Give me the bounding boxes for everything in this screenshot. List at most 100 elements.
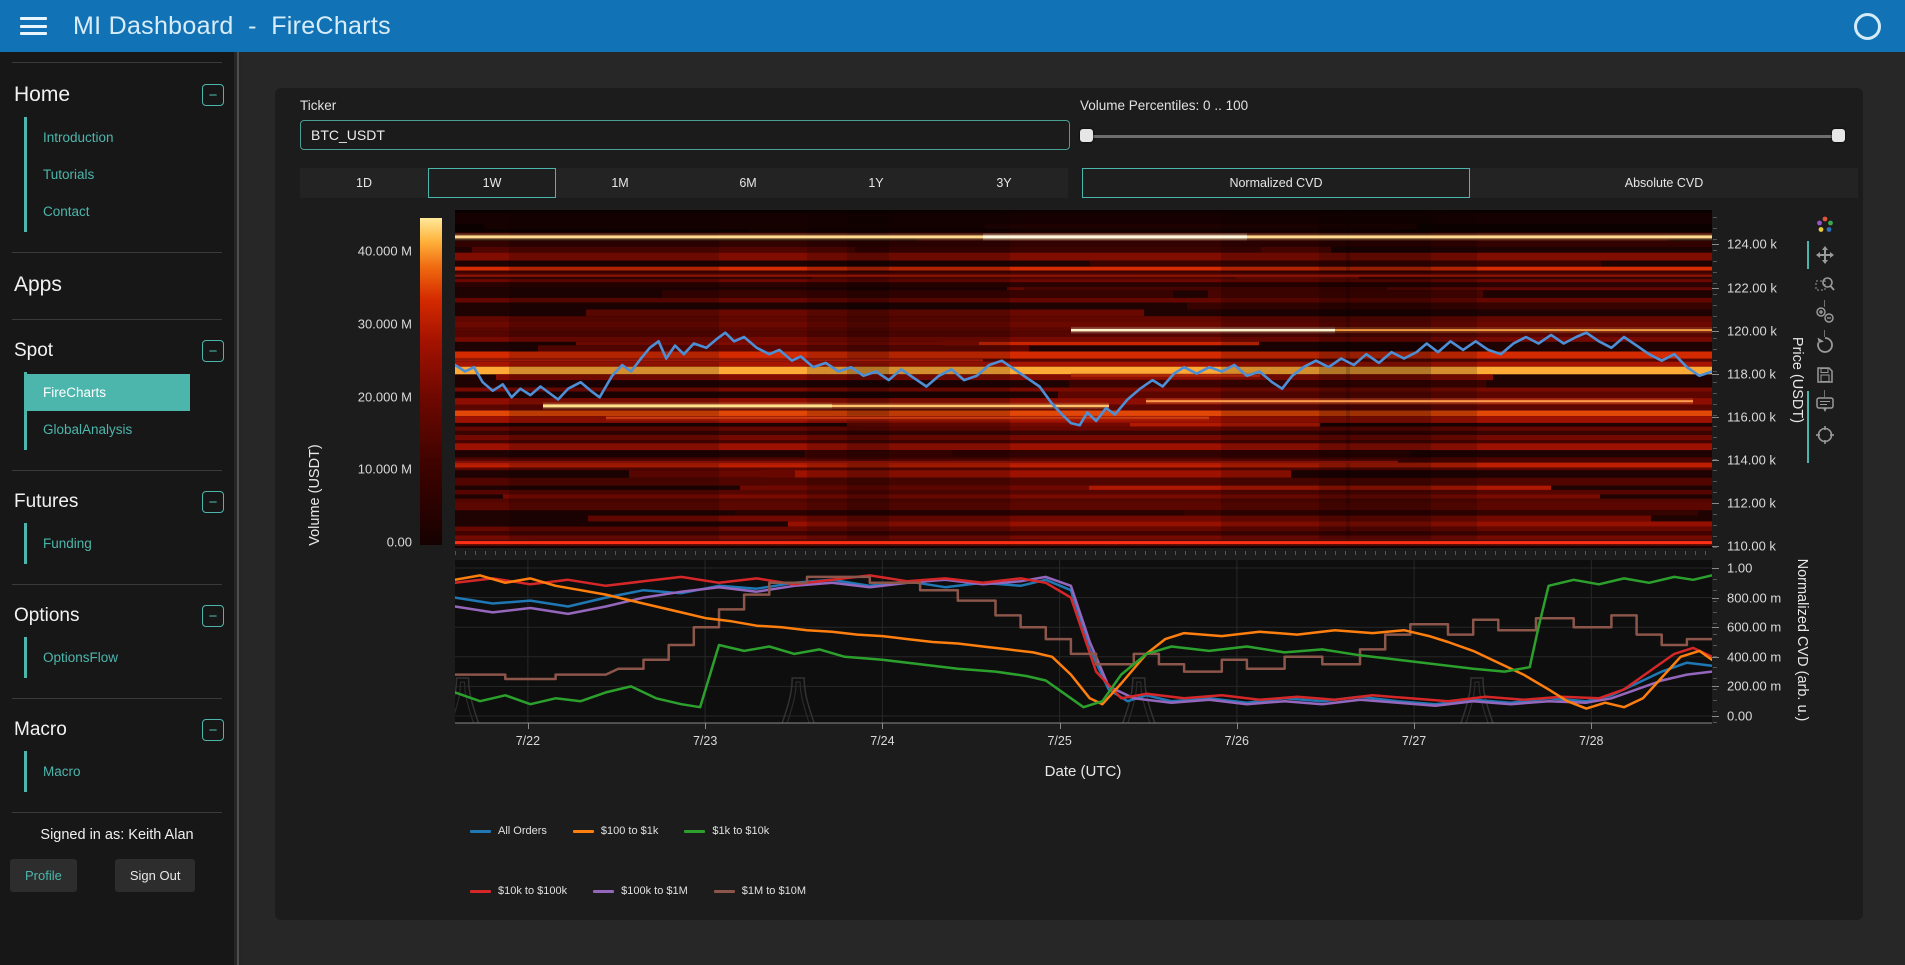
collapse-section-button[interactable]: −	[202, 491, 224, 513]
profile-button[interactable]: Profile	[10, 859, 77, 892]
main-area: Ticker Volume Percentiles: 0 .. 100 1D1W…	[242, 52, 1905, 965]
date-tick-label: 7/23	[693, 734, 717, 748]
sidebar-item-contact[interactable]: Contact	[27, 193, 234, 230]
sidebar-item-introduction[interactable]: Introduction	[27, 119, 234, 156]
timeframe-button-1y[interactable]: 1Y	[812, 168, 940, 198]
timeframe-button-1d[interactable]: 1D	[300, 168, 428, 198]
sidebar-item-firecharts[interactable]: FireCharts	[27, 374, 190, 411]
cvd-tick-label: 200.00 m	[1727, 679, 1781, 694]
cvd-line-plot[interactable]	[455, 560, 1712, 730]
legend-label: $1k to $10k	[712, 825, 769, 837]
timeframe-button-1w[interactable]: 1W	[428, 168, 556, 198]
sidebar-section-home: Home−IntroductionTutorialsContact	[0, 73, 234, 242]
legend-item--1k-to-10k[interactable]: $1k to $10k	[684, 825, 769, 837]
app-title: MI Dashboard - FireCharts	[73, 12, 391, 41]
slider-handle-min[interactable]	[1080, 129, 1093, 142]
cvd-axis-tick	[1712, 598, 1719, 599]
price-tick-label: 116.00 k	[1727, 409, 1776, 424]
date-axis-tick	[705, 723, 706, 729]
divider	[12, 252, 222, 253]
box-zoom-icon[interactable]	[1815, 275, 1835, 295]
collapse-section-button[interactable]: −	[202, 719, 224, 741]
sidebar: Home−IntroductionTutorialsContactAppsSpo…	[0, 52, 234, 965]
section-items: Macro	[24, 751, 234, 792]
timeframe-button-group: 1D1W1M6M1Y3Y	[300, 168, 1068, 198]
hover-tooltip-icon[interactable]	[1815, 395, 1835, 415]
section-title: Apps	[14, 273, 62, 297]
section-title: Spot	[14, 340, 53, 362]
price-axis-tick	[1712, 546, 1719, 547]
price-axis-title: Price (USDT)	[1789, 337, 1805, 423]
sidebar-scrollbar[interactable]	[234, 52, 242, 965]
divider	[12, 62, 222, 63]
volume-percentile-slider[interactable]	[1080, 129, 1845, 143]
slider-handle-max[interactable]	[1832, 129, 1845, 142]
sidebar-item-funding[interactable]: Funding	[27, 525, 234, 562]
chart-area: 40.000 M30.000 M20.000 M10.000 M0.00 Vol…	[275, 203, 1863, 920]
volume-colorbar	[420, 218, 442, 545]
sidebar-item-tutorials[interactable]: Tutorials	[27, 156, 234, 193]
divider	[12, 698, 222, 699]
cvd-mode-button-absolute-cvd[interactable]: Absolute CVD	[1470, 168, 1858, 198]
section-header: Macro−	[0, 713, 234, 747]
cvd-svg[interactable]	[455, 560, 1712, 730]
price-axis-tick	[1712, 417, 1719, 418]
price-tick-label: 124.00 k	[1727, 237, 1777, 252]
heatmap-svg[interactable]	[455, 210, 1712, 548]
hamburger-menu-icon[interactable]	[20, 17, 47, 35]
legend-color-dash	[593, 890, 614, 893]
legend-item-all-orders[interactable]: All Orders	[470, 825, 547, 837]
collapse-section-button[interactable]: −	[202, 605, 224, 627]
colorbar-tick-label: 40.000 M	[305, 244, 412, 259]
legend-item--1m-to-10m[interactable]: $1M to $10M	[714, 885, 806, 897]
legend-label: $100k to $1M	[621, 885, 688, 897]
sidebar-section-apps: Apps	[0, 263, 234, 309]
sidebar-section-macro: Macro− Macro	[0, 709, 234, 802]
signed-in-text: Signed in as: Keith Alan	[8, 827, 226, 843]
sidebar-item-globalanalysis[interactable]: GlobalAnalysis	[27, 411, 234, 448]
collapse-section-button[interactable]: −	[202, 84, 224, 106]
sign-out-button[interactable]: Sign Out	[115, 859, 196, 892]
timeframe-button-3y[interactable]: 3Y	[940, 168, 1068, 198]
colorbar-tick-label: 20.000 M	[305, 389, 412, 404]
date-tick-label: 7/25	[1047, 734, 1071, 748]
date-axis-tick	[1237, 723, 1238, 729]
timeframe-button-1m[interactable]: 1M	[556, 168, 684, 198]
slider-track[interactable]	[1080, 135, 1845, 138]
legend-item--100k-to-1m[interactable]: $100k to $1M	[593, 885, 688, 897]
cvd-mode-button-normalized-cvd[interactable]: Normalized CVD	[1082, 168, 1470, 198]
date-tick-label: 7/26	[1225, 734, 1249, 748]
sidebar-item-optionsflow[interactable]: OptionsFlow	[27, 639, 234, 676]
legend-row: All Orders $100 to $1k $1k to $10k	[470, 825, 795, 837]
app-bar: MI Dashboard - FireCharts	[0, 0, 1905, 52]
section-items: IntroductionTutorialsContact	[24, 117, 234, 232]
save-icon[interactable]	[1815, 365, 1835, 385]
spikelines-icon[interactable]	[1815, 425, 1835, 445]
price-axis-tick	[1712, 331, 1719, 332]
section-title: Options	[14, 605, 79, 627]
price-axis-tick	[1712, 374, 1719, 375]
timeframe-button-6m[interactable]: 6M	[684, 168, 812, 198]
plotly-logo-icon[interactable]	[1815, 215, 1835, 235]
divider	[12, 470, 222, 471]
volume-percentiles-label: Volume Percentiles: 0 .. 100	[1080, 98, 1248, 113]
zoom-in-out-icon[interactable]	[1815, 305, 1835, 325]
cvd-axis-title: Normalized CVD (arb. u.)	[1794, 559, 1810, 722]
price-axis-tick	[1712, 460, 1719, 461]
sidebar-item-macro[interactable]: Macro	[27, 753, 234, 790]
modebar-active-indicator	[1807, 391, 1809, 463]
loading-ring-icon[interactable]	[1854, 13, 1881, 40]
cvd-tick-label: 400.00 m	[1727, 649, 1781, 664]
divider	[12, 812, 222, 813]
date-axis-tick	[1414, 723, 1415, 729]
heatmap-x-minor-ticks	[455, 551, 1712, 555]
fire-heatmap-plot[interactable]	[455, 210, 1712, 548]
reset-axes-icon[interactable]	[1815, 335, 1835, 355]
modebar-separator	[1824, 330, 1825, 337]
pan-icon[interactable]	[1815, 245, 1835, 265]
legend-item--10k-to-100k[interactable]: $10k to $100k	[470, 885, 567, 897]
legend-item--100-to-1k[interactable]: $100 to $1k	[573, 825, 659, 837]
price-tick-label: 114.00 k	[1727, 452, 1776, 467]
ticker-input[interactable]	[300, 120, 1070, 150]
collapse-section-button[interactable]: −	[202, 340, 224, 362]
